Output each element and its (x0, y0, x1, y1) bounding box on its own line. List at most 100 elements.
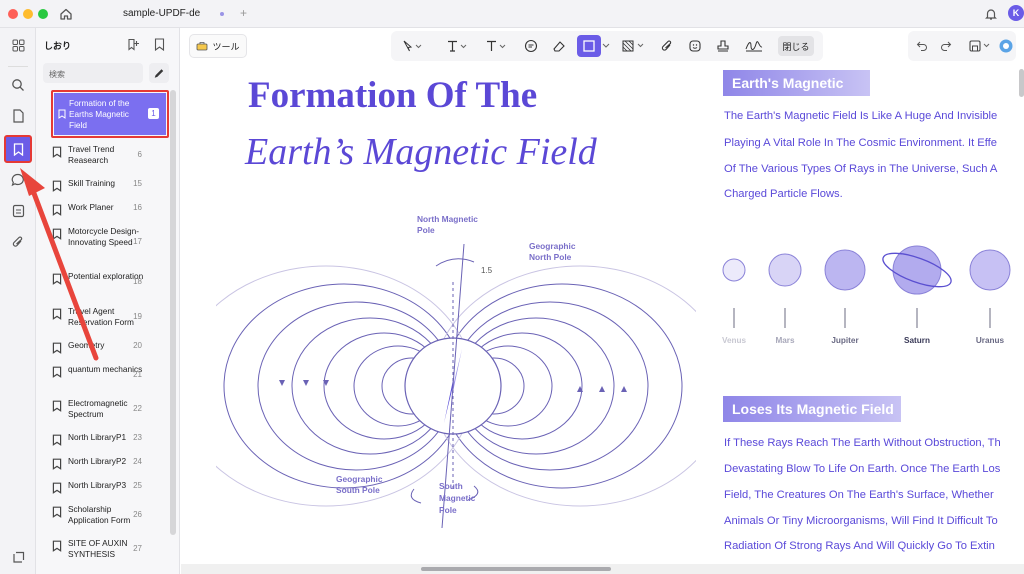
paragraph-line: If These Rays Reach The Earth Without Ob… (724, 437, 1001, 449)
planet-label-venus: Venus (721, 336, 747, 345)
maximize-window-button[interactable] (38, 9, 48, 19)
list-item[interactable]: Skill Training 15 (48, 178, 152, 192)
list-item-page: 6 (137, 150, 142, 159)
bookmark-icon (52, 180, 62, 192)
paragraph-line: Animals Or Tiny Microorganisms, Will Fin… (724, 515, 998, 527)
save-button[interactable] (966, 37, 994, 55)
stamp-tool[interactable] (714, 37, 732, 55)
hatch-icon (622, 40, 644, 52)
undo-icon (916, 41, 927, 51)
comment-icon[interactable] (9, 171, 27, 189)
sidebar-scrollbar[interactable] (170, 90, 176, 535)
list-item[interactable]: Scholarship Application Form 26 (48, 504, 152, 526)
paragraph-line: Devastating Blow To Life On Earth. Once … (724, 463, 1001, 475)
bookmark-icon (52, 458, 62, 470)
list-item[interactable]: Electromagnetic Spectrum 22 (48, 398, 152, 420)
stamp-icon (717, 40, 729, 52)
bookmark-icon (52, 228, 62, 240)
close-window-button[interactable] (8, 9, 18, 19)
list-item[interactable]: North LibraryP1 23 (48, 432, 152, 446)
list-item[interactable]: Potential exploration 18 (48, 271, 152, 286)
list-item[interactable]: Motorcycle Design-Innovating Speed 17 (48, 226, 152, 248)
list-item-page: 19 (133, 312, 142, 321)
divider (8, 66, 28, 67)
list-item[interactable]: North LibraryP3 25 (48, 480, 152, 494)
list-item[interactable]: North LibraryP2 24 (48, 456, 152, 470)
redo-icon (941, 41, 952, 51)
eraser-tool[interactable] (549, 37, 569, 55)
paragraph-line: Playing A Vital Role In The Cosmic Envir… (724, 137, 997, 149)
edit-icon[interactable] (149, 63, 169, 83)
bookmark-settings-icon[interactable] (151, 36, 167, 52)
layers-icon[interactable] (9, 548, 27, 566)
hatch-tool[interactable] (617, 37, 649, 55)
diagram-label-north-magnetic: North Magnetic Pole (417, 214, 478, 235)
note-tool[interactable] (521, 37, 541, 55)
rectangle-icon (583, 40, 595, 52)
share-icon (999, 39, 1013, 53)
paragraph-line: The Earth's Magnetic Field Is Like A Hug… (724, 110, 998, 122)
search-input[interactable]: 検索 (43, 63, 143, 83)
paperclip-icon (661, 40, 672, 51)
bookmark-icon (52, 146, 62, 158)
venus-planet (722, 258, 746, 282)
rectangle-options[interactable] (601, 37, 611, 55)
planet-label-uranus: Uranus (975, 336, 1005, 345)
horizontal-scrollbar-track (181, 564, 1024, 574)
list-item-page: 22 (133, 404, 142, 413)
rectangle-tool[interactable] (577, 35, 601, 57)
document-page: Formation Of The Earth’s Magnetic Field (181, 64, 1024, 564)
redo-button[interactable] (938, 37, 954, 55)
bookmark-icon (52, 482, 62, 494)
paragraph-line: Radiation Of Strong Rays And Will Quickl… (724, 540, 995, 552)
diagram-label-geo-south: Geographic South Pole (336, 474, 383, 495)
close-button[interactable]: 閉じる (778, 36, 814, 56)
avatar[interactable]: K (1008, 5, 1024, 21)
search-icon[interactable] (9, 76, 27, 94)
grid-icon[interactable] (9, 36, 27, 54)
signature-tool[interactable] (743, 37, 765, 55)
tools-button[interactable]: ツール (189, 34, 247, 58)
list-item[interactable]: Geometry 20 (48, 340, 152, 354)
selected-bookmark-highlight (51, 90, 169, 138)
add-bookmark-icon[interactable] (125, 36, 141, 52)
tab-title[interactable]: sample-UPDF-de (123, 8, 200, 19)
signature-icon (745, 41, 763, 52)
attach-tool[interactable] (658, 37, 676, 55)
list-item[interactable]: Work Planer 16 (48, 202, 152, 216)
planet-label-jupiter: Jupiter (831, 336, 859, 345)
sidebar-title: しおり (44, 41, 72, 51)
list-item-page: 23 (133, 433, 142, 442)
list-item[interactable]: SITE OF AUXIN SYNTHESIS 27 (48, 538, 152, 560)
textbox-tool[interactable] (482, 37, 510, 55)
page-title: Formation Of The (248, 75, 538, 116)
list-item-page: 26 (133, 510, 142, 519)
main-toolbar: ツール 閉じる (181, 28, 1024, 64)
bookmark-icon (52, 506, 62, 518)
title-bar: sample-UPDF-de + K (0, 0, 1024, 28)
sticker-tool[interactable] (686, 37, 704, 55)
attachment-icon[interactable] (9, 233, 27, 251)
new-tab-button[interactable]: + (240, 6, 247, 20)
home-icon[interactable] (57, 5, 75, 23)
minimize-window-button[interactable] (23, 9, 33, 19)
form-icon[interactable] (9, 202, 27, 220)
share-button[interactable] (997, 37, 1015, 55)
page-thumbnail-icon[interactable] (9, 107, 27, 125)
text-icon (448, 40, 467, 52)
list-item-page: 20 (133, 341, 142, 350)
text-tool[interactable] (443, 37, 471, 55)
note-icon (524, 39, 538, 53)
save-icon (969, 40, 990, 52)
vertical-scrollbar[interactable] (1019, 69, 1024, 97)
list-item[interactable]: quantum mechanics 21 (48, 364, 152, 379)
select-tool[interactable] (398, 37, 426, 55)
list-item[interactable]: Travel Trend Reasearch 6 (48, 144, 152, 166)
horizontal-scrollbar[interactable] (421, 567, 611, 571)
undo-button[interactable] (914, 37, 930, 55)
list-item-page: 27 (133, 544, 142, 553)
bookmark-panel-button[interactable] (4, 135, 32, 163)
bell-icon[interactable] (982, 5, 1000, 23)
list-item[interactable]: Travel Agent Reservation Form 19 (48, 306, 152, 328)
sticker-icon (689, 40, 701, 52)
